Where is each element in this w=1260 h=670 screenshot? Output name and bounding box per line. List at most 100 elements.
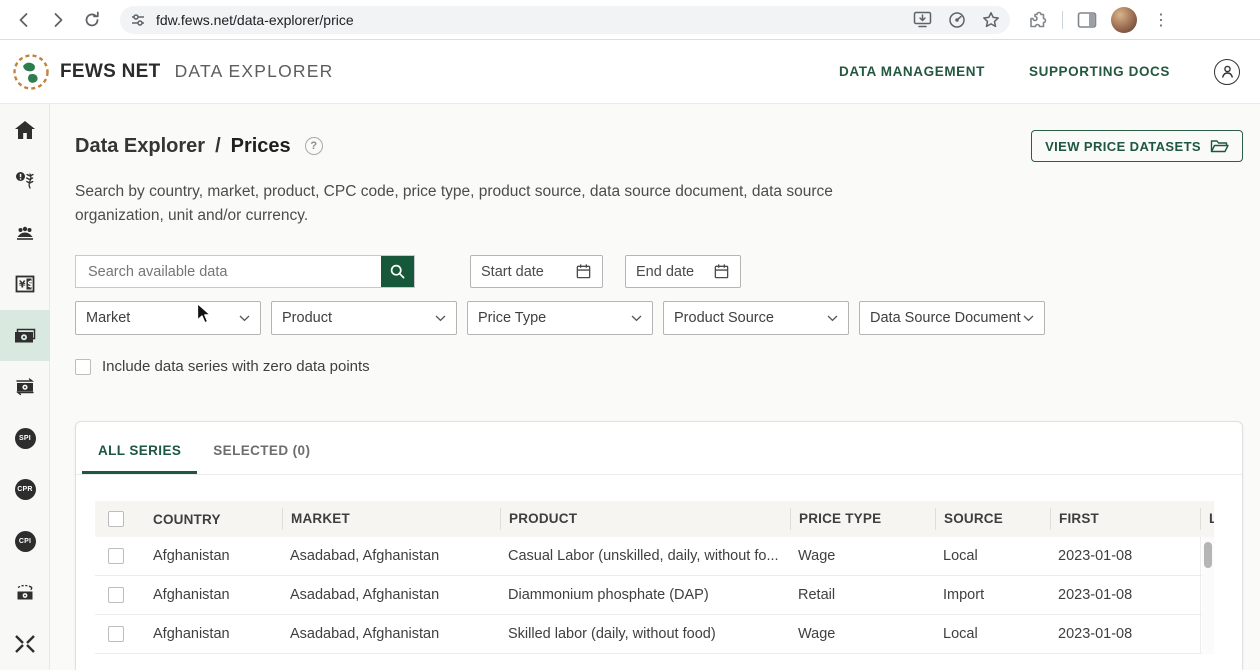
cell-source: Import: [935, 587, 1050, 603]
forward-icon[interactable]: [44, 6, 72, 34]
app-title: DATA EXPLORER: [175, 61, 334, 82]
fews-net-logo: [12, 53, 50, 91]
cell-country: Afghanistan: [145, 626, 282, 642]
cell-market: Asadabad, Afghanistan: [282, 626, 500, 642]
calendar-icon[interactable]: [713, 263, 730, 280]
cell-product: Diammonium phosphate (DAP): [500, 587, 790, 603]
sidebar-item-home[interactable]: [0, 104, 50, 155]
product-filter-dropdown[interactable]: Product: [271, 301, 457, 335]
end-date-placeholder: End date: [636, 264, 694, 280]
product-filter-label: Product: [282, 310, 332, 326]
search-icon: [389, 263, 406, 280]
tab-all-series[interactable]: ALL SERIES: [82, 422, 197, 474]
app-header: FEWS NET DATA EXPLORER DATA MANAGEMENT S…: [0, 40, 1260, 104]
table-row[interactable]: Afghanistan Asadabad, Afghanistan Skille…: [95, 615, 1214, 654]
install-app-icon[interactable]: [913, 11, 932, 28]
sidebar-item-exchange-rates[interactable]: [0, 361, 50, 412]
sidebar: ¥$ SPI CPR CPI: [0, 104, 50, 670]
url-bar[interactable]: fdw.fews.net/data-explorer/price: [120, 6, 1010, 34]
svg-text:$: $: [27, 280, 33, 290]
help-icon[interactable]: ?: [305, 137, 323, 155]
prices-banknote-icon: [13, 327, 37, 345]
price-type-filter-dropdown[interactable]: Price Type: [467, 301, 653, 335]
browser-toolbar: fdw.fews.net/data-explorer/price: [0, 0, 1260, 40]
price-type-filter-label: Price Type: [478, 310, 546, 326]
cell-market: Asadabad, Afghanistan: [282, 587, 500, 603]
cell-source: Local: [935, 548, 1050, 564]
search-button[interactable]: [381, 256, 414, 287]
row-checkbox[interactable]: [108, 626, 124, 642]
results-card: ALL SERIES SELECTED (0) COUNTRY MARKET P…: [75, 421, 1243, 670]
extensions-icon[interactable]: [1028, 10, 1048, 30]
column-header-source[interactable]: SOURCE: [935, 508, 1050, 530]
back-icon[interactable]: [10, 6, 38, 34]
end-date-field[interactable]: End date: [625, 255, 741, 288]
main-content: Data Explorer / Prices ? VIEW PRICE DATA…: [50, 104, 1260, 670]
view-price-datasets-button[interactable]: VIEW PRICE DATASETS: [1031, 130, 1243, 162]
column-header-country[interactable]: COUNTRY: [145, 512, 282, 527]
sidebar-item-prices[interactable]: [0, 310, 50, 361]
browser-profile-avatar[interactable]: [1111, 7, 1137, 33]
table-row[interactable]: Afghanistan Asadabad, Afghanistan Casual…: [95, 537, 1214, 576]
sidebar-item-cpr[interactable]: CPR: [0, 464, 50, 515]
chevron-down-icon: [631, 315, 642, 322]
cpi-badge-icon: CPI: [15, 531, 36, 552]
search-row: Start date End date: [75, 255, 1260, 288]
side-panel-icon[interactable]: [1077, 11, 1097, 29]
reload-icon[interactable]: [78, 6, 106, 34]
column-header-product[interactable]: PRODUCT: [500, 508, 790, 530]
site-settings-icon[interactable]: [130, 12, 146, 28]
sidebar-item-population[interactable]: [0, 207, 50, 258]
row-checkbox[interactable]: [108, 587, 124, 603]
column-header-price-type[interactable]: PRICE TYPE: [790, 508, 935, 530]
sidebar-item-spi[interactable]: SPI: [0, 413, 50, 464]
sidebar-item-cpi[interactable]: CPI: [0, 516, 50, 567]
cell-product: Casual Labor (unskilled, daily, without …: [500, 548, 790, 564]
product-source-filter-dropdown[interactable]: Product Source: [663, 301, 849, 335]
nav-supporting-docs[interactable]: SUPPORTING DOCS: [1029, 64, 1170, 79]
start-date-field[interactable]: Start date: [470, 255, 603, 288]
browser-menu-icon[interactable]: ⋮: [1153, 10, 1170, 30]
search-input[interactable]: [76, 256, 381, 287]
chevron-down-icon: [239, 315, 250, 322]
cell-product: Skilled labor (daily, without food): [500, 626, 790, 642]
zero-datapoints-row: Include data series with zero data point…: [75, 358, 1260, 375]
cell-country: Afghanistan: [145, 587, 282, 603]
cell-first: 2023-01-08: [1050, 548, 1200, 564]
sidebar-item-markets-trade[interactable]: ¥$: [0, 258, 50, 309]
data-source-document-filter-dropdown[interactable]: Data Source Document: [859, 301, 1045, 335]
crop-alert-icon: [14, 170, 36, 192]
sidebar-item-more[interactable]: [0, 619, 50, 670]
market-currencies-icon: ¥$: [14, 274, 36, 294]
url-text[interactable]: fdw.fews.net/data-explorer/price: [156, 12, 903, 28]
brand-name: FEWS NET: [60, 61, 161, 83]
cpr-badge-icon: CPR: [15, 479, 36, 500]
select-all-checkbox[interactable]: [108, 511, 124, 527]
calendar-icon[interactable]: [575, 263, 592, 280]
breadcrumb-separator: /: [215, 135, 221, 158]
cell-market: Asadabad, Afghanistan: [282, 548, 500, 564]
row-checkbox[interactable]: [108, 548, 124, 564]
search-box: [75, 255, 415, 288]
svg-text:¥: ¥: [19, 280, 26, 291]
zero-datapoints-checkbox[interactable]: [75, 359, 91, 375]
column-header-market[interactable]: MARKET: [282, 508, 500, 530]
breadcrumb-section[interactable]: Data Explorer: [75, 135, 205, 158]
sidebar-item-crop-monitoring[interactable]: [0, 155, 50, 206]
column-header-first[interactable]: FIRST: [1050, 508, 1200, 530]
price-projection-icon: [13, 583, 37, 603]
bookmark-star-icon[interactable]: [982, 11, 1000, 29]
market-filter-label: Market: [86, 310, 130, 326]
column-header-last[interactable]: LAST: [1200, 508, 1214, 530]
market-filter-dropdown[interactable]: Market: [75, 301, 261, 335]
tab-selected[interactable]: SELECTED (0): [197, 422, 326, 474]
scrollbar-thumb[interactable]: [1204, 542, 1212, 568]
nav-data-management[interactable]: DATA MANAGEMENT: [839, 64, 985, 79]
table-row[interactable]: Afghanistan Asadabad, Afghanistan Diammo…: [95, 576, 1214, 615]
cell-price-type: Retail: [790, 587, 935, 603]
table-scrollbar[interactable]: [1202, 537, 1214, 654]
performance-icon[interactable]: [948, 11, 966, 29]
view-price-datasets-label: VIEW PRICE DATASETS: [1045, 139, 1201, 154]
account-icon[interactable]: [1214, 59, 1240, 85]
sidebar-item-price-projections[interactable]: [0, 567, 50, 618]
